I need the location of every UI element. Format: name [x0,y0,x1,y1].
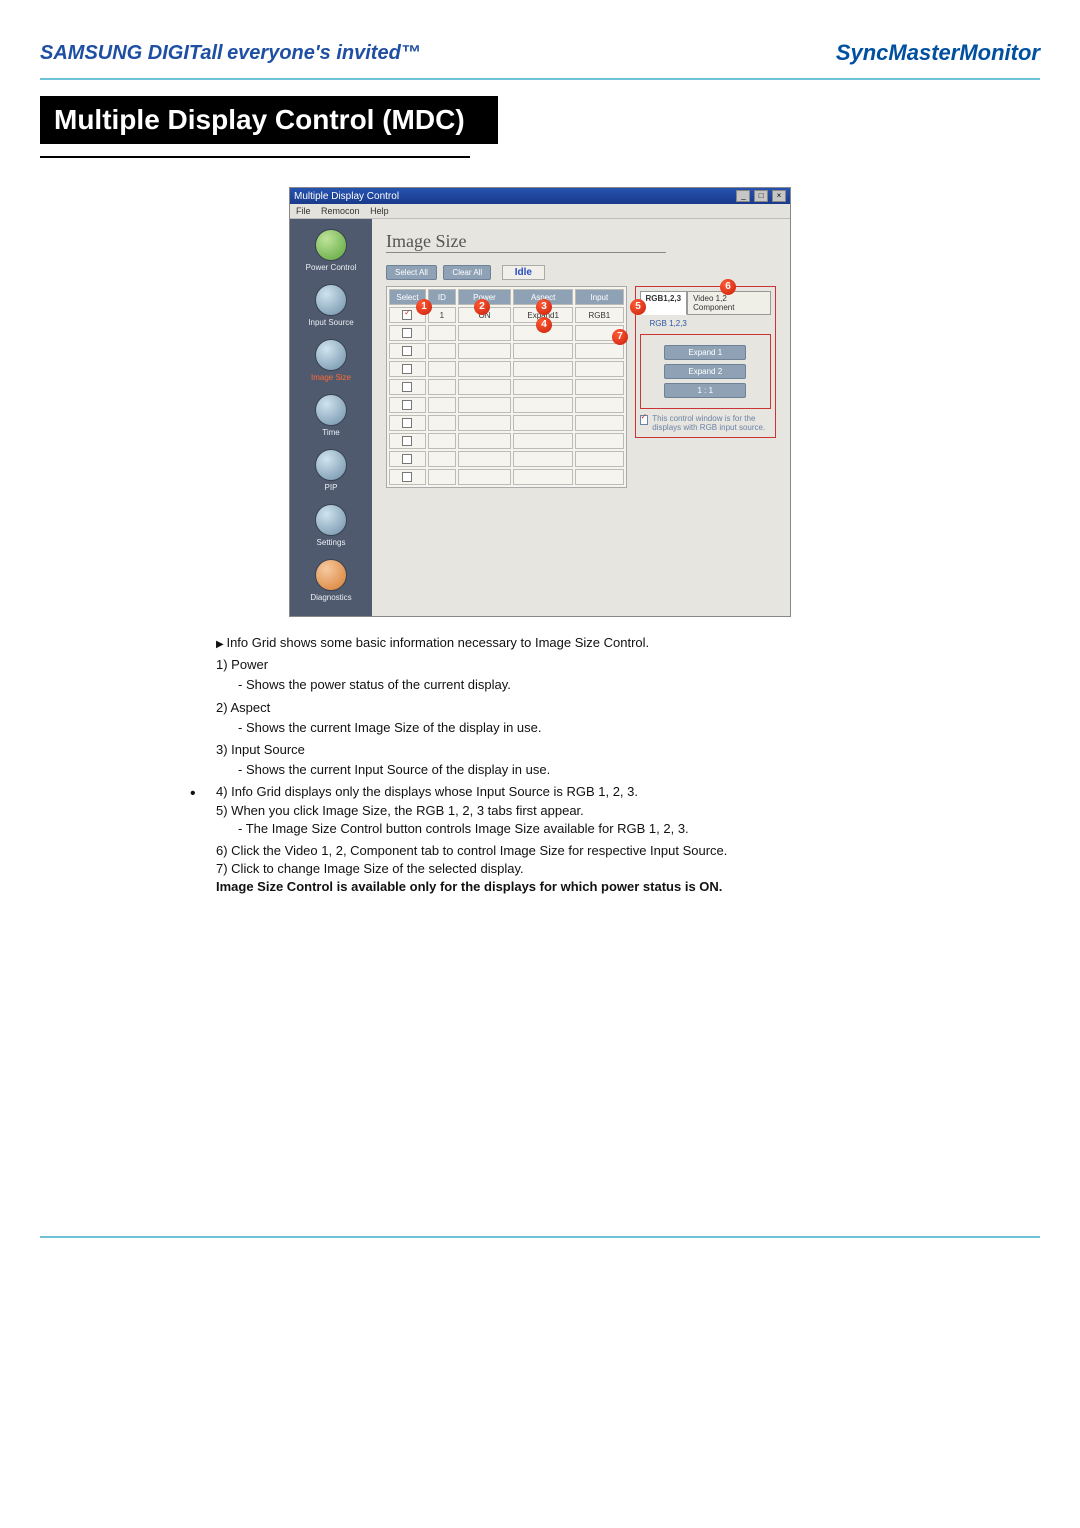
table-row[interactable] [389,361,624,377]
item-1: 1) Power [216,656,890,674]
sidebar-item-pip[interactable]: PIP [290,445,372,500]
checkbox-icon[interactable] [402,346,412,356]
logo-right-sub: Monitor [959,40,1040,65]
note-checkbox-icon [640,415,649,425]
tagline: everyone's invited™ [227,42,421,64]
checkbox-icon[interactable] [402,328,412,338]
sidebar-item-power[interactable]: Power Control [290,225,372,280]
item-1-detail: Shows the power status of the current di… [238,676,890,694]
menubar: File Remocon Help [290,204,790,219]
table-row[interactable] [389,415,624,431]
sidebar-item-label: Power Control [306,263,357,272]
tab-rgb[interactable]: RGB1,2,3 [640,291,688,315]
callout-7: 7 [612,329,628,345]
logo-left: SAMSUNG DIGITall [40,42,223,64]
sidebar-item-label: Image Size [311,373,351,382]
maximize-icon[interactable]: □ [754,190,768,202]
logo-right: SyncMaster [836,40,960,65]
clear-all-button[interactable]: Clear All [443,265,491,280]
menu-remocon[interactable]: Remocon [321,206,360,216]
panel-title: Image Size [386,231,666,253]
sidebar: Power Control Input Source Image Size Ti… [290,219,372,616]
bold-note: Image Size Control is available only for… [216,878,890,896]
sidebar-item-image-size[interactable]: Image Size [290,335,372,390]
cell-input: RGB1 [575,307,623,323]
diagnostics-icon [315,559,347,591]
sidebar-item-diagnostics[interactable]: Diagnostics [290,555,372,610]
item-2: 2) Aspect [216,699,890,717]
settings-icon [315,504,347,536]
callout-1: 1 [416,299,432,315]
minimize-icon[interactable]: _ [736,190,750,202]
sidebar-item-label: Settings [317,538,346,547]
time-icon [315,394,347,426]
intro-line: Info Grid shows some basic information n… [216,634,890,652]
select-all-button[interactable]: Select All [386,265,437,280]
sidebar-item-input[interactable]: Input Source [290,280,372,335]
info-grid: Select ID Power Aspect Input 1 ON Expand… [386,286,627,488]
checkbox-icon[interactable] [402,418,412,428]
divider [40,78,1040,80]
col-input: Input [575,289,623,305]
image-size-icon [315,339,347,371]
checkbox-icon[interactable] [402,454,412,464]
callout-4: 4 [536,317,552,333]
checkbox-icon[interactable] [402,400,412,410]
sidebar-item-label: PIP [325,483,338,492]
dropdown-label[interactable]: RGB 1,2,3 [650,319,771,328]
sidebar-item-label: Time [322,428,339,437]
app-window: Multiple Display Control _ □ × File Remo… [290,188,790,616]
table-row[interactable] [389,451,624,467]
checkbox-icon[interactable] [402,364,412,374]
sidebar-item-time[interactable]: Time [290,390,372,445]
footer-divider [40,1236,1040,1238]
cell-id: 1 [428,307,456,323]
sidebar-item-label: Input Source [308,318,353,327]
callout-3: 3 [536,299,552,315]
table-row[interactable] [389,433,624,449]
table-row[interactable] [389,343,624,359]
sidebar-item-settings[interactable]: Settings [290,500,372,555]
item-4: 4) Info Grid displays only the displays … [216,783,890,801]
checkbox-icon[interactable] [402,310,412,320]
item-7: 7) Click to change Image Size of the sel… [216,860,890,878]
checkbox-icon[interactable] [402,472,412,482]
bullet-group: 4) Info Grid displays only the displays … [190,783,890,896]
input-icon [315,284,347,316]
close-icon[interactable]: × [772,190,786,202]
item-6: 6) Click the Video 1, 2, Component tab t… [216,842,890,860]
item-5: 5) When you click Image Size, the RGB 1,… [216,802,890,820]
table-row[interactable] [389,325,624,341]
power-icon [315,229,347,261]
window-title: Multiple Display Control [294,191,399,202]
table-row[interactable] [389,397,624,413]
sidebar-item-label: Diagnostics [310,593,351,602]
pip-icon [315,449,347,481]
note-text: This control window is for the displays … [640,415,771,433]
page-title: Multiple Display Control (MDC) [40,96,498,144]
title-rule [40,156,470,158]
table-row[interactable] [389,379,624,395]
one-to-one-button[interactable]: 1 : 1 [664,383,746,398]
expand2-button[interactable]: Expand 2 [664,364,746,379]
callout-5: 5 [630,299,646,315]
item-2-detail: Shows the current Image Size of the disp… [238,719,890,737]
item-3-detail: Shows the current Input Source of the di… [238,761,890,779]
table-row[interactable] [389,469,624,485]
callout-6: 6 [720,279,736,295]
menu-help[interactable]: Help [370,206,389,216]
status-idle: Idle [502,265,545,280]
checkbox-icon[interactable] [402,382,412,392]
menu-file[interactable]: File [296,206,311,216]
expand1-button[interactable]: Expand 1 [664,345,746,360]
checkbox-icon[interactable] [402,436,412,446]
item-5-detail: The Image Size Control button controls I… [238,820,890,838]
callout-2: 2 [474,299,490,315]
description: Info Grid shows some basic information n… [190,634,890,896]
item-3: 3) Input Source [216,741,890,759]
col-id: ID [428,289,456,305]
note-label: This control window is for the displays … [652,415,771,433]
control-panel: RGB1,2,3 Video 1,2 Component RGB 1,2,3 E… [635,286,776,438]
